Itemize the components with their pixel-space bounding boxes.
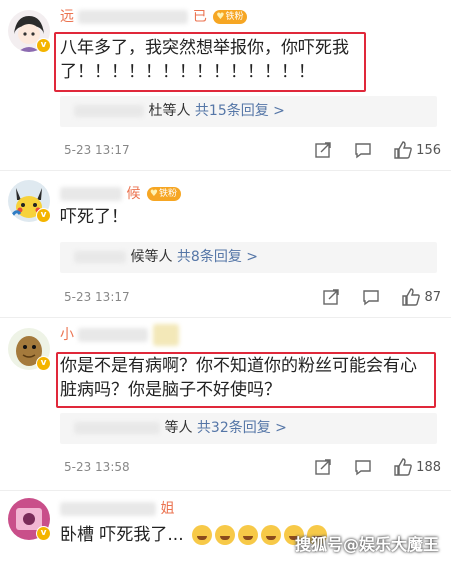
divider <box>0 170 451 171</box>
blurred-name <box>152 324 179 346</box>
blurred-names <box>74 105 144 117</box>
comment-actions: 87 <box>301 286 441 308</box>
verified-badge-icon: v <box>36 38 51 53</box>
fan-badge: ♥铁粉 <box>213 10 248 24</box>
blurred-name <box>78 10 189 24</box>
verified-badge-icon: v <box>36 208 51 223</box>
laugh-cry-emoji <box>215 525 236 545</box>
fan-badge-label: 铁粉 <box>225 12 244 22</box>
comment-actions: 156 <box>293 139 441 161</box>
blurred-names <box>74 422 160 434</box>
like-icon[interactable] <box>393 140 413 160</box>
verified-badge-icon: v <box>36 526 51 541</box>
like-icon[interactable] <box>401 287 421 307</box>
watermark: 搜狐号@娱乐大魔王 <box>294 535 439 554</box>
comment-item: v 候 ♥铁粉 吓死了！ 候等人 共8条回复 > 5-23 13:17 87 <box>0 172 451 320</box>
replies-count: 共15条回复 > <box>194 103 285 119</box>
username[interactable]: 姐 <box>60 498 174 518</box>
avatar[interactable]: v <box>8 498 51 541</box>
blurred-name <box>78 328 149 342</box>
comment-text: 你是不是有病啊？你不知道你的粉丝可能会有心脏病吗？你是脑子不好使吗？ <box>60 356 417 400</box>
replies-link[interactable]: 候等人 共8条回复 > <box>60 242 437 273</box>
share-icon[interactable] <box>313 140 333 160</box>
share-icon[interactable] <box>321 287 341 307</box>
comment-item: v 小 你是不是有病啊？你不知道你的粉丝可能会有心脏病吗？你是脑子不好使吗？ 等… <box>0 318 451 491</box>
comment-meta: 5-23 13:17 156 <box>64 139 441 161</box>
like-count: 87 <box>424 289 441 305</box>
username[interactable]: 候 ♥铁粉 <box>60 183 181 203</box>
avatar[interactable]: v <box>8 10 51 53</box>
laugh-cry-emoji <box>238 525 259 545</box>
comment-icon[interactable] <box>353 140 373 160</box>
avatar[interactable]: v <box>8 180 51 223</box>
replies-count: 共8条回复 > <box>176 249 258 265</box>
replies-link[interactable]: 杜等人 共15条回复 > <box>60 96 437 127</box>
comment-text-content: 卧槽 吓死我了... <box>60 525 184 545</box>
replies-prefix: 杜等人 <box>148 103 191 119</box>
like-icon[interactable] <box>393 457 413 477</box>
username-text-end: 已 <box>192 9 207 25</box>
comment-meta: 5-23 13:17 87 <box>64 286 441 308</box>
comment-text: 吓死了！ <box>60 207 128 227</box>
blurred-names <box>74 251 126 263</box>
heart-icon: ♥ <box>149 189 158 199</box>
verified-badge-icon: v <box>36 356 51 371</box>
avatar[interactable]: v <box>8 328 51 371</box>
username-text: 姐 <box>160 501 175 517</box>
heart-icon: ♥ <box>216 12 225 22</box>
username-text: 小 <box>60 327 74 343</box>
laugh-cry-emoji <box>192 525 213 545</box>
username[interactable]: 小 <box>60 324 179 346</box>
username[interactable]: 远 已 ♥铁粉 <box>60 6 248 26</box>
like-count: 156 <box>416 142 441 158</box>
replies-prefix: 候等人 <box>130 249 173 265</box>
comment-icon[interactable] <box>353 457 373 477</box>
timestamp: 5-23 13:17 <box>64 290 130 304</box>
comment-item: v 远 已 ♥铁粉 八年多了，我突然想举报你，你吓死我了！！！！！！！！！！！！… <box>0 0 451 171</box>
blurred-name <box>60 187 122 201</box>
replies-count: 共32条回复 > <box>196 420 287 436</box>
share-icon[interactable] <box>313 457 333 477</box>
comment-actions: 188 <box>293 456 441 478</box>
username-text: 候 <box>126 186 141 202</box>
timestamp: 5-23 13:17 <box>64 143 130 157</box>
replies-prefix: 等人 <box>164 420 193 436</box>
fan-badge-label: 铁粉 <box>158 189 177 199</box>
replies-link[interactable]: 等人 共32条回复 > <box>60 413 437 444</box>
comment-meta: 5-23 13:58 188 <box>64 456 441 478</box>
blurred-name <box>60 502 156 516</box>
comment-icon[interactable] <box>361 287 381 307</box>
divider <box>0 490 451 491</box>
comment-text: 八年多了，我突然想举报你，你吓死我了！！！！！！！！！！！！！！ <box>60 38 349 82</box>
fan-badge: ♥铁粉 <box>146 187 181 201</box>
username-text: 远 <box>60 9 74 25</box>
timestamp: 5-23 13:58 <box>64 460 130 474</box>
like-count: 188 <box>416 459 441 475</box>
laugh-cry-emoji <box>261 525 282 545</box>
